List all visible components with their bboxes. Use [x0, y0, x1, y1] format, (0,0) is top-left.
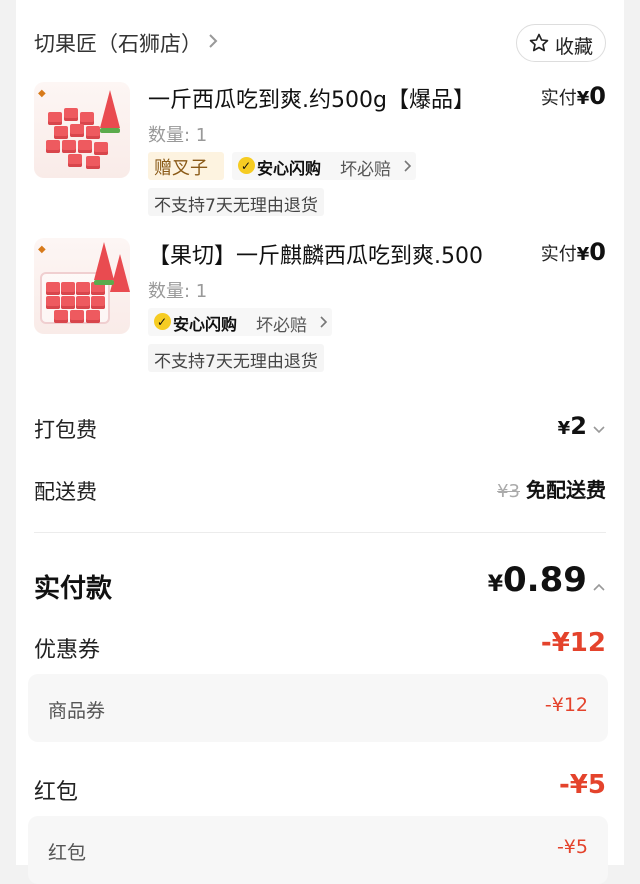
- product-image[interactable]: ◆: [34, 82, 130, 178]
- product-image[interactable]: ◆: [34, 238, 130, 334]
- store-name[interactable]: 切果匠（石狮店）: [34, 28, 202, 58]
- paid-label: 实付: [540, 88, 577, 109]
- order-card: 切果匠（石狮店） 收藏 ◆ 一斤西瓜吃到爽.约500g【爆品】 实付¥0 数量:…: [16, 0, 624, 884]
- total-row[interactable]: 实付款 ¥0.89: [16, 560, 624, 610]
- guarantee-tag[interactable]: ✓ 安心闪购 坏必赔: [232, 152, 416, 180]
- paid-amount: 0: [589, 82, 606, 110]
- total-value[interactable]: ¥0.89: [488, 560, 606, 600]
- item-title[interactable]: 一斤西瓜吃到爽.约500g【爆品】: [148, 82, 475, 114]
- paid-label: 实付: [540, 244, 577, 265]
- coupon-detail-amount: -¥12: [544, 694, 588, 716]
- chevron-up-icon: [593, 583, 605, 591]
- packing-fee-value[interactable]: ¥2: [558, 412, 606, 440]
- bad-tag-label: 坏必赔: [340, 160, 391, 180]
- check-badge-icon: ✓: [154, 313, 171, 330]
- red-packet-detail-amount: -¥5: [556, 836, 588, 858]
- item-title[interactable]: 【果切】一斤麒麟西瓜吃到爽.500: [148, 238, 483, 270]
- original-delivery-fee: ¥3: [497, 481, 520, 502]
- brand-logo-icon: ◆: [38, 88, 46, 99]
- packing-fee-label: 打包费: [34, 418, 97, 442]
- favorite-label: 收藏: [555, 36, 594, 58]
- bad-tag-label: 坏必赔: [256, 316, 307, 336]
- coupon-detail: 商品券 -¥12: [28, 674, 608, 742]
- item-paid: 实付¥0: [541, 82, 606, 110]
- currency-symbol: ¥: [487, 572, 504, 597]
- return-policy-note: 不支持7天无理由退货: [148, 188, 324, 216]
- guarantee-tag[interactable]: ✓ 安心闪购 坏必赔: [148, 308, 332, 336]
- gift-tag-label: 赠叉子: [154, 158, 208, 179]
- paid-amount: 0: [589, 238, 606, 266]
- check-badge-icon: ✓: [238, 157, 255, 174]
- currency-symbol: ¥: [576, 244, 590, 265]
- divider: [34, 532, 606, 533]
- favorite-button[interactable]: 收藏: [516, 24, 606, 62]
- delivery-fee-row: 配送费 ¥3 免配送费: [16, 472, 624, 512]
- red-packet-label: 红包: [34, 780, 79, 805]
- packing-fee-amount: 2: [570, 412, 587, 440]
- store-header[interactable]: 切果匠（石狮店） 收藏: [16, 16, 624, 68]
- item-paid: 实付¥0: [541, 238, 606, 266]
- chevron-down-icon: [593, 425, 605, 433]
- coupon-label: 优惠券: [34, 638, 101, 663]
- currency-symbol: ¥: [557, 418, 571, 439]
- chevron-right-icon: [404, 160, 412, 172]
- red-packet-row: 红包 -¥5: [16, 770, 624, 810]
- item-quantity: 数量: 1: [148, 281, 208, 302]
- coupon-detail-label: 商品券: [48, 700, 106, 722]
- packing-fee-row[interactable]: 打包费 ¥2: [16, 410, 624, 450]
- red-packet-detail-label: 红包: [48, 842, 87, 864]
- delivery-fee-value: ¥3 免配送费: [497, 474, 606, 503]
- safe-tag-label: 安心闪购: [257, 159, 322, 178]
- total-label: 实付款: [34, 574, 113, 604]
- gift-tag: 赠叉子: [148, 152, 224, 180]
- item-quantity: 数量: 1: [148, 125, 208, 146]
- chevron-right-icon: [320, 316, 328, 328]
- coupon-row: 优惠券 -¥12: [16, 628, 624, 668]
- star-outline-icon: [529, 33, 549, 52]
- safe-tag-label: 安心闪购: [173, 315, 238, 334]
- chevron-right-icon: [209, 34, 218, 48]
- coupon-amount: -¥12: [540, 628, 606, 658]
- currency-symbol: ¥: [576, 88, 590, 109]
- free-delivery-label: 免配送费: [526, 478, 606, 502]
- brand-logo-icon: ◆: [38, 244, 46, 255]
- return-policy-note: 不支持7天无理由退货: [148, 344, 324, 372]
- delivery-fee-label: 配送费: [34, 480, 97, 504]
- red-packet-amount: -¥5: [559, 770, 606, 800]
- total-amount: 0.89: [503, 560, 587, 600]
- red-packet-detail: 红包 -¥5: [28, 816, 608, 884]
